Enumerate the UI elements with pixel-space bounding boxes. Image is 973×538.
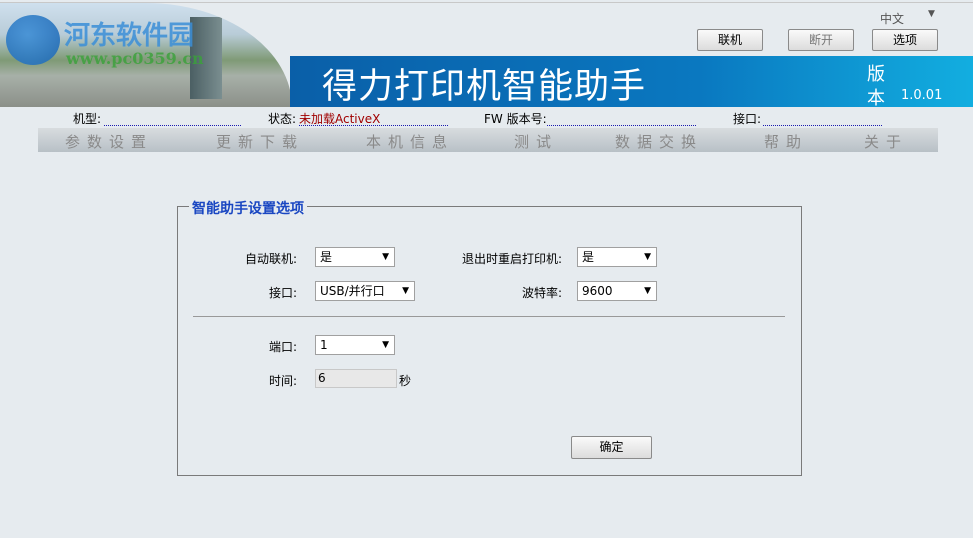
status-underline	[299, 125, 448, 126]
nav-help[interactable]: 帮助	[764, 131, 808, 152]
version-number: 1.0.01	[901, 88, 943, 103]
settings-legend: 智能助手设置选项	[189, 198, 307, 218]
disconnect-button[interactable]: 断开	[788, 29, 854, 51]
chevron-down-icon: ▼	[402, 286, 409, 296]
nav-update[interactable]: 更新下载	[216, 131, 304, 152]
divider	[193, 316, 785, 317]
auto-connect-select[interactable]: 是 ▼	[315, 247, 395, 267]
version-label-2: 本	[867, 88, 885, 109]
interface-value	[763, 125, 882, 126]
interface-setting-value: USB/并行口	[320, 284, 385, 298]
watermark-url: www.pc0359.cn	[66, 49, 204, 68]
watermark-logo-icon	[6, 15, 60, 65]
baud-label: 波特率:	[521, 286, 562, 300]
fw-version-label: FW 版本号:	[484, 112, 547, 126]
nav-device-info[interactable]: 本机信息	[366, 131, 454, 152]
nav-params[interactable]: 参数设置	[65, 131, 153, 152]
chevron-down-icon: ▼	[644, 252, 651, 262]
baud-value: 9600	[582, 284, 613, 298]
version-label: 版	[867, 64, 885, 85]
language-select[interactable]: 中文	[880, 10, 904, 27]
fw-version-value	[547, 125, 696, 126]
model-label: 机型:	[73, 112, 102, 126]
model-value	[104, 125, 241, 126]
auto-connect-label: 自动联机:	[244, 252, 297, 266]
connect-button[interactable]: 联机	[697, 29, 763, 51]
port-label: 端口:	[268, 340, 297, 354]
chevron-down-icon: ▼	[382, 252, 389, 262]
status-label: 状态:	[268, 112, 297, 126]
watermark-name: 河东软件园	[64, 21, 195, 51]
nav-data-exchange[interactable]: 数据交换	[615, 131, 703, 152]
chevron-down-icon[interactable]: ▼	[928, 9, 935, 19]
time-unit: 秒	[399, 374, 412, 388]
options-button[interactable]: 选项	[872, 29, 938, 51]
interface-setting-label: 接口:	[268, 286, 297, 300]
restart-label: 退出时重启打印机:	[461, 252, 562, 266]
interface-label: 接口:	[733, 112, 762, 126]
restart-value: 是	[582, 250, 595, 264]
auto-connect-value: 是	[320, 250, 333, 264]
interface-select[interactable]: USB/并行口 ▼	[315, 281, 415, 301]
baud-select[interactable]: 9600 ▼	[577, 281, 657, 301]
time-label: 时间:	[268, 374, 297, 388]
app-title: 得力打印机智能助手	[322, 67, 647, 107]
port-select[interactable]: 1 ▼	[315, 335, 395, 355]
ok-button[interactable]: 确定	[571, 436, 652, 459]
chevron-down-icon: ▼	[644, 286, 651, 296]
nav-test[interactable]: 测试	[514, 131, 558, 152]
chevron-down-icon: ▼	[382, 340, 389, 350]
time-input[interactable]: 6	[315, 369, 397, 388]
restart-select[interactable]: 是 ▼	[577, 247, 657, 267]
port-value: 1	[320, 338, 328, 352]
nav-about[interactable]: 关于	[864, 131, 908, 152]
header-photo: 河东软件园 www.pc0359.cn	[0, 3, 292, 107]
